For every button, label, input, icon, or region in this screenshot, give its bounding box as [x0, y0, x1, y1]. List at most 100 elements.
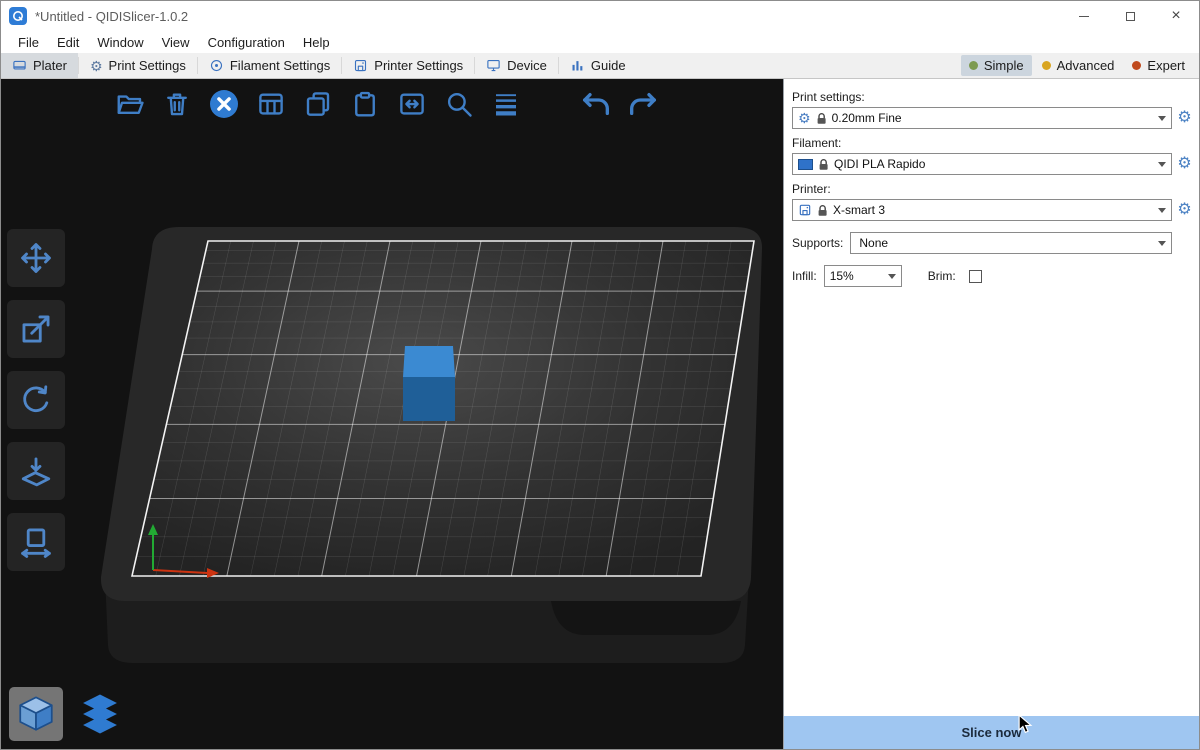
title-bar: *Untitled - QIDISlicer-1.0.2 × — [1, 1, 1199, 31]
app-window: *Untitled - QIDISlicer-1.0.2 × File Edit… — [0, 0, 1200, 750]
supports-combo[interactable]: None — [850, 232, 1172, 254]
advanced-mode-dot-icon — [1042, 61, 1051, 70]
filament-gear-button[interactable]: ⚙ — [1175, 156, 1194, 172]
print-settings-label: Print settings: — [792, 90, 1194, 104]
close-button[interactable]: × — [1153, 1, 1199, 31]
rotate-icon — [19, 383, 53, 417]
lock-icon — [818, 158, 829, 171]
scale-icon — [19, 312, 53, 346]
guide-bars-icon — [570, 58, 585, 73]
device-monitor-icon — [486, 58, 501, 73]
model-cube[interactable] — [403, 346, 455, 421]
paste-button[interactable] — [348, 87, 382, 121]
redo-button[interactable] — [626, 87, 660, 121]
slice-now-button[interactable]: Slice now — [784, 716, 1199, 749]
paste-icon — [350, 89, 380, 119]
search-icon — [444, 89, 474, 119]
tab-label: Print Settings — [109, 58, 186, 73]
variable-layer-height-button[interactable] — [489, 87, 523, 121]
chevron-down-icon — [888, 274, 896, 283]
chevron-down-icon — [1158, 116, 1166, 125]
tab-guide[interactable]: Guide — [559, 53, 637, 78]
menu-configuration[interactable]: Configuration — [199, 31, 294, 53]
tab-printer-settings[interactable]: Printer Settings — [342, 53, 474, 78]
mode-switcher: Simple Advanced Expert — [961, 53, 1199, 78]
mode-advanced[interactable]: Advanced — [1034, 55, 1123, 76]
open-folder-button[interactable] — [113, 87, 147, 121]
undo-button[interactable] — [579, 87, 613, 121]
split-button[interactable] — [395, 87, 429, 121]
place-on-face-button[interactable] — [7, 442, 65, 500]
tab-device[interactable]: Device — [475, 53, 558, 78]
menu-help[interactable]: Help — [294, 31, 339, 53]
mode-simple[interactable]: Simple — [961, 55, 1032, 76]
minimize-button[interactable] — [1061, 1, 1107, 31]
chevron-down-icon — [1158, 162, 1166, 171]
window-controls: × — [1061, 1, 1199, 31]
chevron-down-icon — [1158, 208, 1166, 217]
window-title: *Untitled - QIDISlicer-1.0.2 — [35, 9, 188, 24]
tab-label: Filament Settings — [230, 58, 330, 73]
settings-panel: Print settings: ⚙ 0.20mm Fine ⚙ Filament… — [783, 79, 1199, 749]
mode-label: Advanced — [1057, 58, 1115, 73]
split-arrows-icon — [397, 89, 427, 119]
filament-color-swatch — [798, 159, 813, 170]
menu-file[interactable]: File — [9, 31, 48, 53]
tab-label: Guide — [591, 58, 626, 73]
redo-icon — [627, 88, 659, 120]
delete-all-icon — [208, 88, 240, 120]
preview-view-button[interactable] — [73, 687, 127, 741]
filament-combo[interactable]: QIDI PLA Rapido — [792, 153, 1172, 175]
app-logo-icon — [9, 7, 27, 25]
print-settings-gear-button[interactable]: ⚙ — [1175, 110, 1194, 126]
menu-view[interactable]: View — [153, 31, 199, 53]
menu-edit[interactable]: Edit — [48, 31, 88, 53]
view-switcher — [9, 687, 127, 741]
bed-handle-recess — [551, 601, 741, 635]
move-button[interactable] — [7, 229, 65, 287]
tab-label: Plater — [33, 58, 67, 73]
printer-label: Printer: — [792, 182, 1194, 196]
undo-icon — [580, 88, 612, 120]
mode-label: Expert — [1147, 58, 1185, 73]
tab-print-settings[interactable]: ⚙ Print Settings — [79, 53, 197, 78]
lock-icon — [816, 112, 827, 125]
chevron-down-icon — [1158, 241, 1166, 250]
brim-checkbox[interactable] — [969, 270, 982, 283]
scale-button[interactable] — [7, 300, 65, 358]
3d-editor-view-button[interactable] — [9, 687, 63, 741]
maximize-icon — [1126, 12, 1135, 21]
minimize-icon — [1079, 16, 1089, 17]
print-settings-value: 0.20mm Fine — [832, 111, 902, 125]
printer-combo[interactable]: X-smart 3 — [792, 199, 1172, 221]
menu-window[interactable]: Window — [88, 31, 152, 53]
gear-icon: ⚙ — [798, 111, 811, 125]
move-icon — [19, 241, 53, 275]
printer-icon — [353, 58, 368, 73]
rotate-button[interactable] — [7, 371, 65, 429]
printer-gear-button[interactable]: ⚙ — [1175, 202, 1194, 218]
viewport-canvas[interactable] — [1, 79, 783, 749]
tab-label: Printer Settings — [374, 58, 463, 73]
scale-to-fit-button[interactable] — [7, 513, 65, 571]
menu-bar: File Edit Window View Configuration Help — [1, 31, 1199, 53]
printer-icon — [798, 203, 812, 217]
search-button[interactable] — [442, 87, 476, 121]
infill-combo[interactable]: 15% — [824, 265, 902, 287]
expert-mode-dot-icon — [1132, 61, 1141, 70]
delete-button[interactable] — [160, 87, 194, 121]
tab-plater[interactable]: Plater — [1, 53, 78, 78]
copy-button[interactable] — [301, 87, 335, 121]
variable-layers-icon — [491, 89, 521, 119]
tab-filament-settings[interactable]: Filament Settings — [198, 53, 341, 78]
arrange-button[interactable] — [254, 87, 288, 121]
filament-label: Filament: — [792, 136, 1194, 150]
viewport-left-toolbar — [7, 229, 65, 571]
copy-icon — [303, 89, 333, 119]
mode-expert[interactable]: Expert — [1124, 55, 1193, 76]
maximize-button[interactable] — [1107, 1, 1153, 31]
print-settings-combo[interactable]: ⚙ 0.20mm Fine — [792, 107, 1172, 129]
delete-all-button[interactable] — [207, 87, 241, 121]
simple-mode-dot-icon — [969, 61, 978, 70]
trash-icon — [162, 89, 192, 119]
